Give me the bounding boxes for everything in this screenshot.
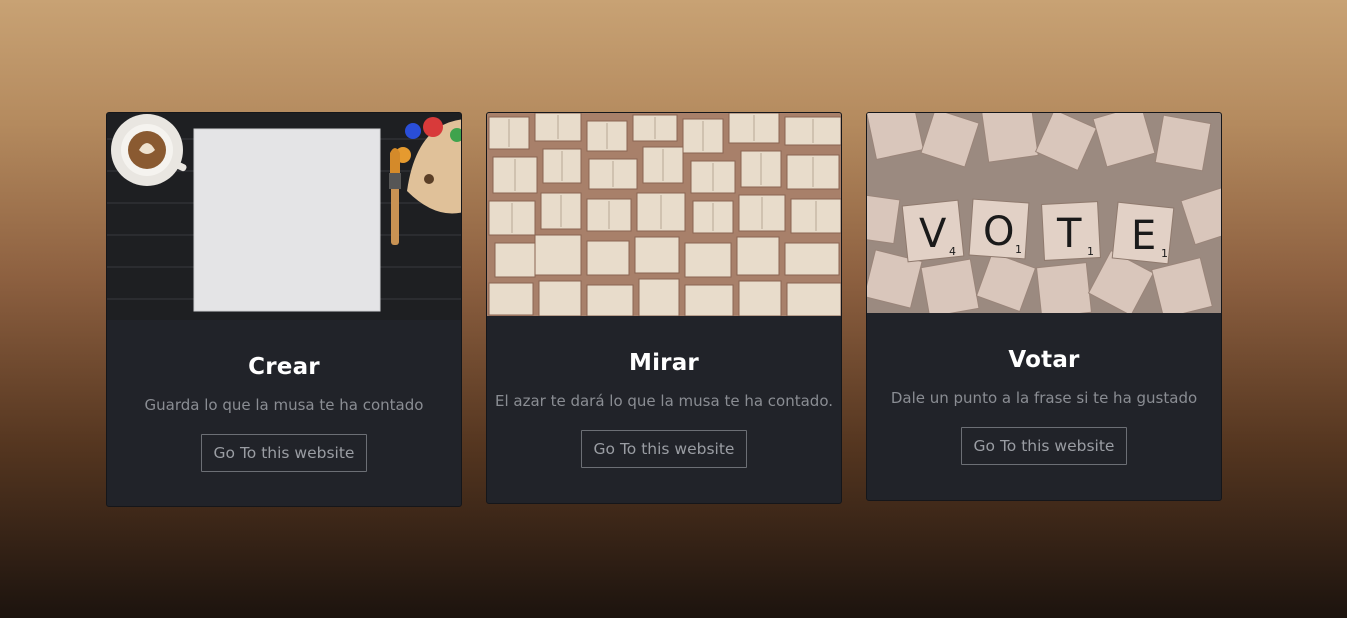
tile-letter-t: T: [1056, 211, 1082, 257]
card-crear: Crear Guarda lo que la musa te ha contad…: [106, 112, 462, 507]
card-image-blank-paper: [107, 113, 461, 320]
tile-letter-e: E: [1131, 213, 1156, 259]
card-image-open-books: [487, 113, 841, 316]
card-description: Guarda lo que la musa te ha contado: [144, 396, 424, 414]
card-body: Crear Guarda lo que la musa te ha contad…: [107, 320, 461, 472]
card-title: Mirar: [629, 350, 699, 376]
card-title: Votar: [1008, 347, 1080, 373]
tile-points-o: 1: [1015, 243, 1022, 256]
go-to-website-button[interactable]: Go To this website: [960, 427, 1128, 465]
card-description: El azar te dará lo que la musa te ha con…: [494, 392, 834, 410]
tile-points-e: 1: [1161, 247, 1168, 260]
card-description: Dale un punto a la frase si te ha gustad…: [890, 389, 1198, 407]
tile-letter-o: O: [983, 209, 1014, 255]
go-to-website-button[interactable]: Go To this website: [580, 430, 748, 468]
scrabble-vote-tiles-illustration: V 4 O 1 T 1 E 1: [867, 113, 1221, 313]
blank-paper-desk-illustration: [107, 113, 461, 320]
card-votar: V 4 O 1 T 1 E 1 Votar Dale un punto a la…: [866, 112, 1222, 501]
card-body: Mirar El azar te dará lo que la musa te …: [487, 316, 841, 468]
tile-points-t: 1: [1087, 245, 1094, 258]
card-body: Votar Dale un punto a la frase si te ha …: [867, 313, 1221, 465]
open-books-illustration: [487, 113, 841, 316]
card-image-vote-tiles: V 4 O 1 T 1 E 1: [867, 113, 1221, 313]
tile-points-v: 4: [949, 245, 956, 258]
card-mirar: Mirar El azar te dará lo que la musa te …: [486, 112, 842, 504]
go-to-website-button[interactable]: Go To this website: [200, 434, 368, 472]
tile-letter-v: V: [919, 211, 947, 257]
card-title: Crear: [248, 354, 320, 380]
